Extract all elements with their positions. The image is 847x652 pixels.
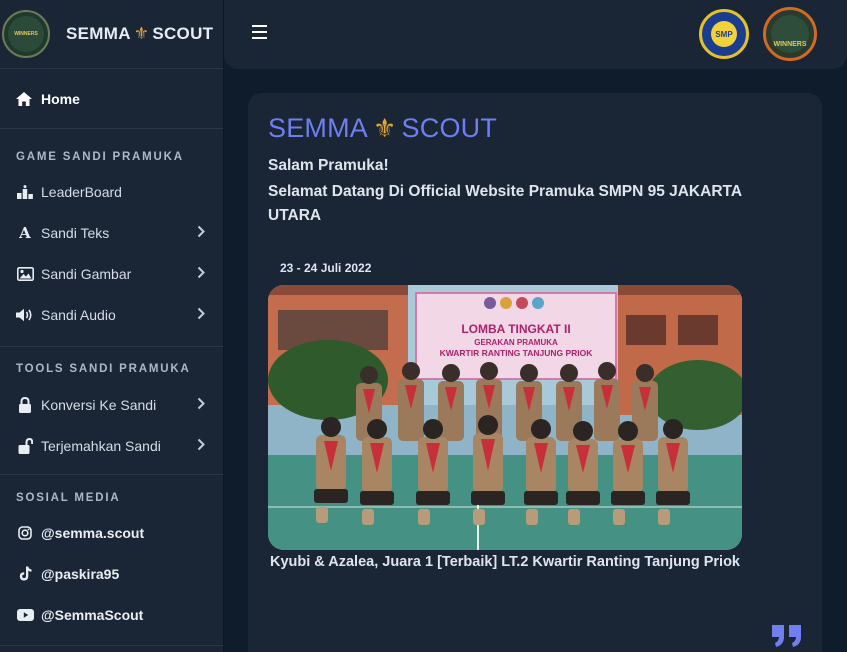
school-logo: SMP	[699, 9, 749, 59]
winners-logo-text: WINNERS	[771, 15, 809, 53]
chevron-right-icon	[197, 266, 205, 282]
brand-logo-text: WINNERS	[8, 16, 44, 52]
chevron-right-icon	[197, 225, 205, 241]
fleur-de-lis-icon: ⚜	[133, 24, 150, 43]
image-icon	[16, 266, 34, 281]
welcome-text: Selamat Datang Di Official Website Pramu…	[268, 183, 742, 224]
sidebar-item-label: @semma.scout	[41, 524, 145, 541]
sidebar-item-label: @SemmaScout	[41, 606, 144, 623]
brand-name: SEMMA ⚜ SCOUT	[66, 24, 213, 44]
school-logo-text: SMP	[711, 21, 737, 47]
chevron-right-icon	[197, 438, 205, 454]
sidebar-item-youtube[interactable]: @SemmaScout	[0, 594, 223, 635]
chevron-right-icon	[197, 307, 205, 323]
sidebar-item-label: Sandi Audio	[41, 306, 116, 323]
sidebar-item-label: Terjemahkan Sandi	[41, 437, 161, 454]
photo-caption: Kyubi & Azalea, Juara 1 [Terbaik] LT.2 K…	[270, 554, 740, 570]
banner-subtitle-2: KWARTIR RANTING TANJUNG PRIOK	[440, 348, 594, 358]
sidebar: WINNERS SEMMA ⚜ SCOUT Home GAME SANDI PR…	[0, 0, 224, 652]
sidebar-item-sandi-gambar[interactable]: Sandi Gambar	[0, 253, 223, 294]
brand-prefix: SEMMA	[268, 113, 369, 143]
menu-toggle-icon[interactable]	[252, 25, 267, 39]
welcome-card: SEMMA ⚜ SCOUT Salam Pramuka! Selamat Dat…	[248, 93, 822, 652]
sidebar-item-label: Sandi Gambar	[41, 265, 132, 282]
banner-subtitle-1: GERAKAN PRAMUKA	[474, 338, 558, 347]
youtube-icon	[16, 608, 34, 621]
sidebar-brand[interactable]: WINNERS SEMMA ⚜ SCOUT	[0, 0, 223, 69]
banner-title: LOMBA TINGKAT II	[461, 322, 570, 336]
page-title: SEMMA ⚜ SCOUT	[268, 113, 497, 144]
home-icon	[16, 91, 34, 106]
leaderboard-icon	[16, 184, 34, 199]
lock-icon	[16, 396, 34, 413]
divider	[0, 645, 223, 646]
chevron-right-icon	[197, 397, 205, 413]
fleur-de-lis-icon: ⚜	[373, 113, 397, 143]
instagram-icon	[16, 525, 34, 540]
brand-suffix: SCOUT	[152, 24, 214, 43]
event-date: 23 - 24 Juli 2022	[280, 261, 372, 275]
brand-suffix: SCOUT	[401, 113, 498, 143]
sidebar-item-home[interactable]: Home	[0, 69, 223, 129]
section-title-game: GAME SANDI PRAMUKA	[16, 151, 184, 163]
sidebar-item-konversi[interactable]: Konversi Ke Sandi	[0, 384, 223, 425]
section-title-social: SOSIAL MEDIA	[16, 492, 121, 504]
text-icon: A	[19, 223, 31, 242]
sidebar-item-instagram[interactable]: @semma.scout	[0, 512, 223, 553]
event-photo: LOMBA TINGKAT II GERAKAN PRAMUKA KWARTIR…	[268, 285, 742, 550]
winners-logo: WINNERS	[763, 7, 817, 61]
quote-icon	[772, 616, 802, 652]
sidebar-item-label: Sandi Teks	[41, 224, 110, 241]
top-bar: SMP WINNERS	[224, 0, 847, 69]
sidebar-item-leaderboard[interactable]: LeaderBoard	[0, 171, 223, 212]
section-title-tools: TOOLS SANDI PRAMUKA	[16, 363, 191, 375]
sidebar-item-terjemahkan[interactable]: Terjemahkan Sandi	[0, 425, 223, 466]
brand-prefix: SEMMA	[66, 24, 131, 43]
sidebar-item-sandi-teks[interactable]: A Sandi Teks	[0, 212, 223, 253]
sidebar-item-sandi-audio[interactable]: Sandi Audio	[0, 294, 223, 335]
sidebar-item-label: Konversi Ke Sandi	[41, 396, 157, 413]
sidebar-item-label: Home	[41, 90, 80, 107]
tiktok-icon	[16, 566, 34, 581]
sidebar-item-label: @paskira95	[41, 565, 120, 582]
sidebar-item-tiktok[interactable]: @paskira95	[0, 553, 223, 594]
volume-icon	[16, 308, 34, 322]
greeting-text: Salam Pramuka!	[268, 157, 389, 174]
brand-logo: WINNERS	[2, 10, 50, 58]
unlock-icon	[16, 437, 34, 454]
sidebar-item-label: LeaderBoard	[41, 183, 122, 200]
